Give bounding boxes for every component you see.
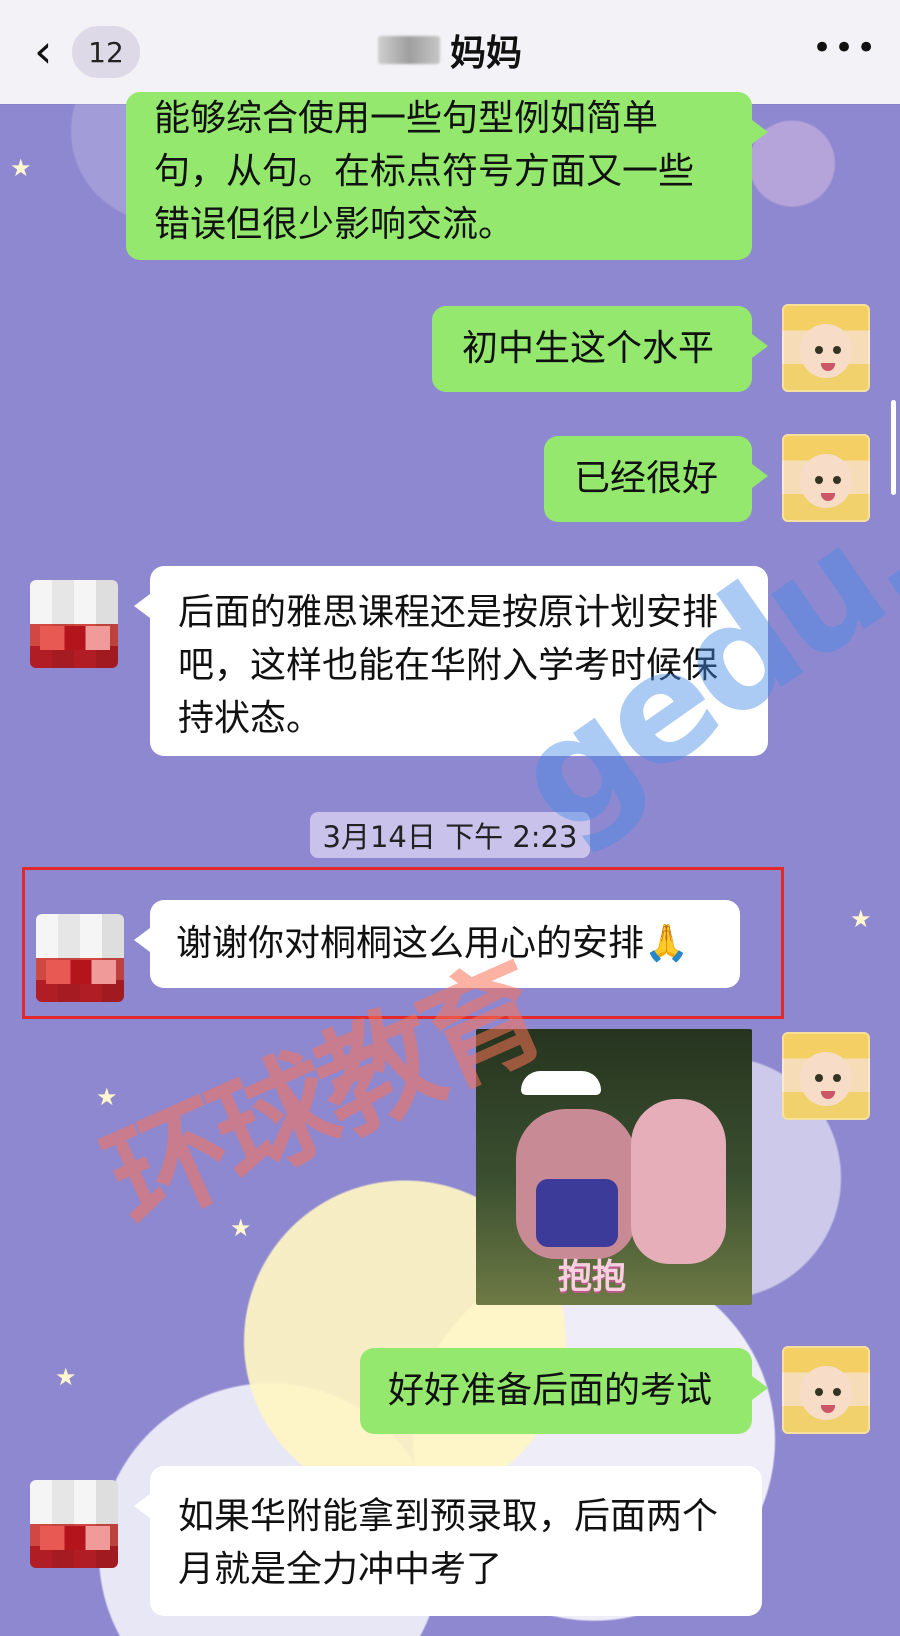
cat-figure bbox=[631, 1099, 726, 1264]
bear-figure bbox=[516, 1109, 636, 1259]
message-bubble: 初中生这个水平 bbox=[432, 306, 768, 392]
user-avatar[interactable] bbox=[782, 1032, 870, 1120]
star-decoration: ★ bbox=[10, 154, 32, 182]
user-avatar[interactable] bbox=[782, 434, 870, 522]
star-decoration: ★ bbox=[850, 905, 872, 933]
chat-title-text: 妈妈 bbox=[449, 33, 522, 74]
sailor-hat bbox=[521, 1071, 601, 1095]
chat-header: ‹ 12 妈妈 ••• bbox=[0, 0, 900, 104]
sticker-image[interactable]: 抱抱 bbox=[476, 1029, 752, 1305]
contact-avatar[interactable] bbox=[30, 1480, 118, 1568]
chevron-left-icon[interactable]: ‹ bbox=[34, 28, 62, 74]
bear-shirt bbox=[536, 1179, 618, 1247]
message-bubble: 已经很好 bbox=[544, 436, 768, 522]
message-bubble: 好好准备后面的考试 bbox=[360, 1348, 768, 1434]
message-bubble: 谢谢你对桐桐这么用心的安排🙏 bbox=[134, 900, 740, 988]
star-decoration: ★ bbox=[230, 1214, 252, 1242]
star-decoration: ★ bbox=[55, 1363, 77, 1391]
star-decoration: ★ bbox=[96, 1083, 118, 1111]
scrollbar[interactable] bbox=[891, 400, 896, 495]
message-bubble: 后面的雅思课程还是按原计划安排吧，这样也能在华附入学考时候保持状态。 bbox=[134, 566, 768, 756]
sticker-text: 抱抱 bbox=[558, 1257, 626, 1297]
user-avatar[interactable] bbox=[782, 1346, 870, 1434]
message-bubble: 如果华附能拿到预录取，后面两个月就是全力冲中考了 bbox=[134, 1466, 762, 1616]
unread-count-badge[interactable]: 12 bbox=[72, 26, 140, 78]
message-timestamp: 3月14日 下午 2:23 bbox=[310, 812, 590, 858]
blurred-name bbox=[377, 36, 440, 64]
contact-avatar[interactable] bbox=[36, 914, 124, 1002]
contact-avatar[interactable] bbox=[30, 580, 118, 668]
message-bubble: 能够综合使用一些句型例如简单句，从句。在标点符号方面又一些错误但很少影响交流。 bbox=[126, 92, 768, 260]
more-icon[interactable]: ••• bbox=[812, 28, 876, 68]
chat-title: 妈妈 bbox=[360, 22, 540, 78]
user-avatar[interactable] bbox=[782, 304, 870, 392]
